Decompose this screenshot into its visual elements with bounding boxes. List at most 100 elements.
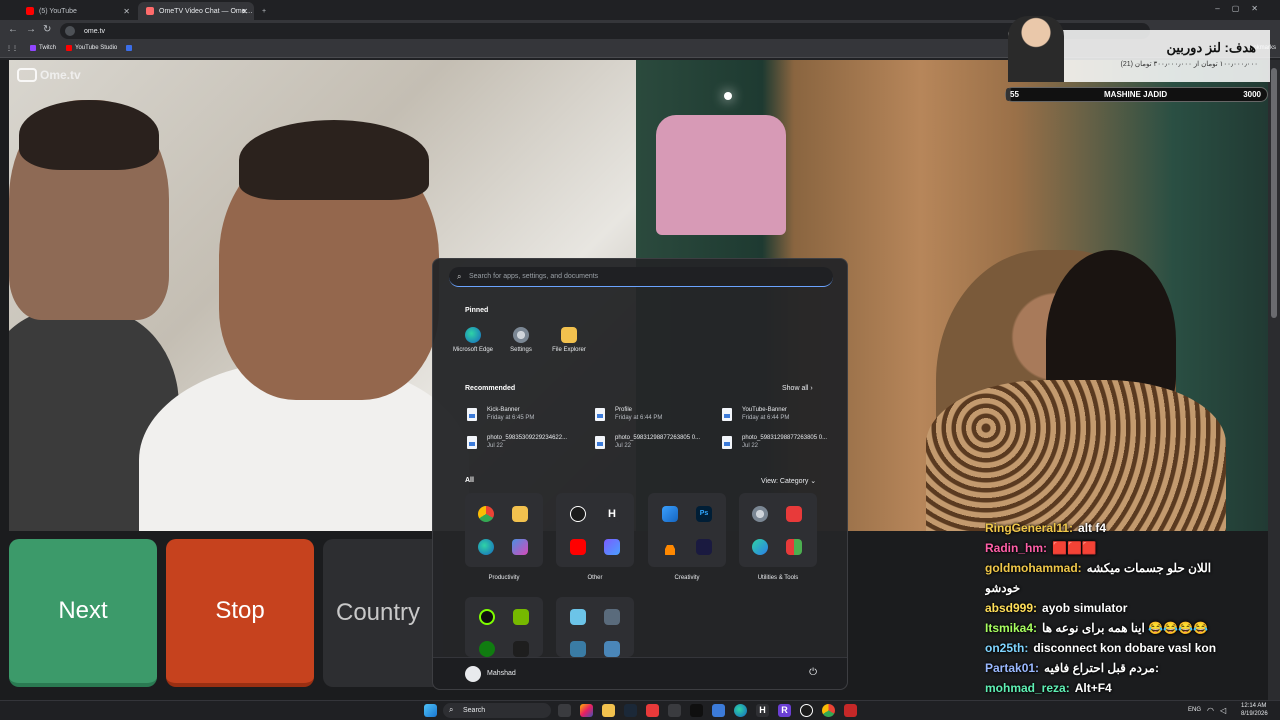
taskbar-search[interactable]: ⌕ Search bbox=[443, 703, 551, 718]
h-app-icon: H bbox=[604, 506, 620, 522]
category-utilities[interactable] bbox=[739, 493, 817, 567]
app-icon[interactable] bbox=[844, 704, 857, 717]
start-search-input[interactable]: ⌕ Search for apps, settings, and documen… bbox=[449, 267, 833, 287]
close-icon[interactable]: ✕ bbox=[123, 7, 130, 16]
h-app-icon[interactable]: H bbox=[756, 704, 769, 717]
recommended-item[interactable]: photo_59835309229234622... Jul 22 bbox=[467, 434, 587, 456]
image-file-icon bbox=[722, 436, 732, 449]
tab-youtube[interactable]: (5) YouTube ✕ bbox=[18, 2, 136, 20]
chat-username: Radin_hm: bbox=[985, 541, 1048, 555]
file-explorer-icon[interactable] bbox=[602, 704, 615, 717]
tv-icon bbox=[17, 68, 37, 82]
obs-icon bbox=[570, 506, 586, 522]
recommended-item[interactable]: photo_59831298877263805 0... Jul 22 bbox=[595, 434, 715, 456]
chat-message: Partak01: مردم قبل احتراع فافیه: bbox=[985, 658, 1255, 678]
vlc-icon bbox=[662, 539, 678, 555]
category-label: Utilities & Tools bbox=[757, 575, 799, 581]
volume-icon[interactable]: ◁ bbox=[1220, 706, 1226, 715]
forward-icon[interactable]: → bbox=[26, 24, 36, 35]
category-misc[interactable] bbox=[556, 597, 634, 657]
category-creativity[interactable]: Ps bbox=[648, 493, 726, 567]
obs-icon[interactable] bbox=[800, 704, 813, 717]
store-icon bbox=[512, 539, 528, 555]
chat-username: mohmad_reza: bbox=[985, 681, 1070, 695]
chat-message: Radin_hm: 🟥🟥🟥 bbox=[985, 538, 1255, 558]
folder-icon bbox=[561, 327, 577, 343]
windows-start-icon[interactable] bbox=[424, 704, 437, 717]
edge-icon[interactable] bbox=[734, 704, 747, 717]
apps-icon[interactable]: ⋮⋮ bbox=[6, 45, 18, 52]
task-view-icon[interactable] bbox=[558, 704, 571, 717]
bookmark-icon bbox=[126, 45, 132, 51]
start-menu: ⌕ Search for apps, settings, and documen… bbox=[432, 258, 848, 690]
chat-message: خودشو bbox=[985, 578, 1255, 598]
donation-goal-widget: هدف: لنز دوربین ۱۰۰٫۰۰۰٫۰۰۰ تومان از ۳۰۰… bbox=[1008, 16, 1270, 82]
app-icon bbox=[570, 609, 586, 625]
recommended-item[interactable]: YouTube-Banner Friday at 6:44 PM bbox=[722, 406, 842, 428]
back-icon[interactable]: ← bbox=[8, 24, 18, 35]
streamer-avatar bbox=[1008, 16, 1064, 82]
reload-icon[interactable]: ↻ bbox=[43, 24, 51, 35]
clock-time[interactable]: 12:14 AM bbox=[1241, 703, 1266, 709]
app-icon[interactable] bbox=[712, 704, 725, 717]
chat-text: خودشو bbox=[985, 581, 1021, 595]
country-button[interactable]: Country bbox=[323, 539, 443, 687]
tab-ometv[interactable]: OmeTV Video Chat — Ome… ✕ bbox=[138, 2, 254, 20]
category-label: Creativity bbox=[674, 575, 700, 581]
category-label: Other bbox=[587, 575, 603, 581]
new-tab-button[interactable]: + bbox=[258, 2, 274, 20]
settings-gear-icon bbox=[513, 327, 529, 343]
chat-message bbox=[985, 498, 1255, 518]
stop-button[interactable]: Stop bbox=[166, 539, 314, 687]
category-other[interactable]: H bbox=[556, 493, 634, 567]
chrome-icon[interactable] bbox=[822, 704, 835, 717]
bookmark-extra[interactable] bbox=[126, 45, 135, 51]
window-controls[interactable]: –▢✕ bbox=[1215, 4, 1270, 13]
app-icon[interactable] bbox=[690, 704, 703, 717]
clock-date[interactable]: 8/19/2026 bbox=[1241, 711, 1268, 717]
chat-text: disconnect kon dobare vasl kon bbox=[1033, 641, 1217, 655]
chat-username: RingGeneral11: bbox=[985, 521, 1074, 535]
recommended-heading: Recommended bbox=[465, 385, 516, 392]
recommended-item[interactable]: Profile Friday at 6:44 PM bbox=[595, 406, 715, 428]
user-name[interactable]: Mahshad bbox=[487, 670, 516, 677]
anydesk-icon[interactable] bbox=[646, 704, 659, 717]
copilot-icon[interactable] bbox=[580, 704, 593, 717]
wifi-icon[interactable]: ◠ bbox=[1207, 706, 1214, 715]
pinned-file-explorer[interactable]: File Explorer bbox=[545, 327, 593, 353]
close-icon[interactable]: ✕ bbox=[241, 7, 248, 16]
app-icon[interactable] bbox=[668, 704, 681, 717]
power-icon[interactable]: ⏻ bbox=[809, 667, 817, 678]
category-games[interactable] bbox=[465, 597, 543, 657]
r-app-icon[interactable]: R bbox=[778, 704, 791, 717]
next-button[interactable]: Next bbox=[9, 539, 157, 687]
chat-text: Alt+F4 bbox=[1074, 681, 1112, 695]
recommended-item[interactable]: Kick-Banner Friday at 6:45 PM bbox=[467, 406, 587, 428]
goal-left: 55 bbox=[1010, 90, 1019, 99]
language-indicator[interactable]: ENG bbox=[1188, 707, 1201, 713]
settings-gear-icon bbox=[752, 506, 768, 522]
show-all-button[interactable]: Show all › bbox=[782, 385, 813, 392]
chat-message: goldmohammad: اللان حلو جسمات میکشه bbox=[985, 558, 1255, 578]
recommended-item[interactable]: photo_59831298877263805 0... Jul 22 bbox=[722, 434, 842, 456]
chat-username: goldmohammad: bbox=[985, 561, 1082, 575]
page-scrollbar[interactable] bbox=[1268, 60, 1280, 700]
image-file-icon bbox=[467, 408, 477, 421]
chat-text: alt f4 bbox=[1078, 521, 1107, 535]
folder-icon bbox=[512, 506, 528, 522]
view-category-dropdown[interactable]: View: Category ⌄ bbox=[761, 477, 816, 485]
pinned-heading: Pinned bbox=[465, 307, 489, 314]
chat-username: on25th: bbox=[985, 641, 1029, 655]
url-input[interactable]: ome.tv bbox=[60, 23, 1150, 39]
pinned-edge[interactable]: Microsoft Edge bbox=[449, 327, 497, 353]
chat-text: اینا همه برای نوعه ها 😂😂😂😂 bbox=[1042, 621, 1208, 635]
bookmark-youtube-studio[interactable]: YouTube Studio bbox=[66, 45, 117, 51]
steam-icon[interactable] bbox=[624, 704, 637, 717]
internet-icon bbox=[752, 539, 768, 555]
site-info-icon[interactable] bbox=[65, 26, 75, 36]
bookmark-twitch[interactable]: Twitch bbox=[30, 45, 56, 51]
pinned-settings[interactable]: Settings bbox=[497, 327, 545, 353]
user-avatar[interactable] bbox=[465, 666, 481, 682]
all-apps-heading: All bbox=[465, 477, 474, 484]
category-productivity[interactable] bbox=[465, 493, 543, 567]
